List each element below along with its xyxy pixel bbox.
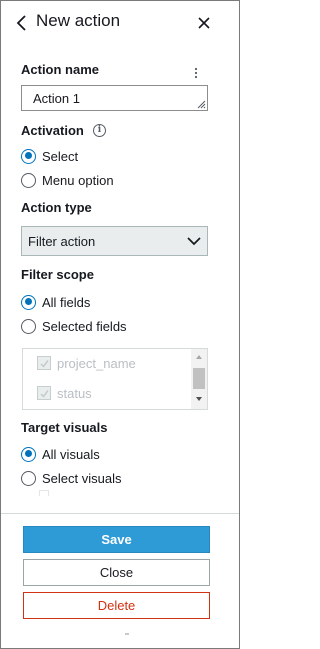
- action-name-label: Action name: [21, 62, 100, 77]
- action-type-dropdown[interactable]: Filter action: [21, 226, 208, 256]
- checkbox-disabled: [37, 386, 51, 400]
- scroll-thumb[interactable]: [193, 368, 205, 389]
- info-icon[interactable]: i: [93, 124, 106, 137]
- clipped-checkbox: [39, 490, 49, 496]
- filter-scope-option-all-fields[interactable]: All fields: [21, 293, 90, 311]
- checkmark-icon: [40, 360, 49, 368]
- field-list: project_name status: [22, 348, 208, 410]
- action-type-label: Action type: [21, 200, 92, 215]
- field-item-status: status: [37, 384, 92, 402]
- radio-button-checked[interactable]: [21, 446, 36, 462]
- panel-title: New action: [36, 11, 121, 30]
- radio-button-checked[interactable]: [21, 294, 36, 310]
- activation-label: Activation: [21, 123, 84, 138]
- action-type-value: Filter action: [28, 234, 96, 249]
- radio-label: Select visuals: [42, 470, 122, 486]
- checkbox-disabled: [37, 356, 51, 370]
- checkmark-icon: [40, 390, 49, 398]
- field-label: project_name: [57, 355, 136, 371]
- action-name-input[interactable]: [21, 85, 208, 111]
- chevron-down-icon: [187, 237, 201, 246]
- close-button[interactable]: Close: [23, 559, 210, 586]
- footer-divider: [1, 513, 239, 514]
- vertical-ellipsis-icon[interactable]: [192, 66, 200, 80]
- radio-label: Select: [42, 148, 79, 164]
- radio-label: All visuals: [42, 446, 100, 462]
- field-label: status: [57, 385, 92, 401]
- radio-button[interactable]: [21, 470, 36, 486]
- delete-button[interactable]: Delete: [23, 592, 210, 619]
- radio-button-checked[interactable]: [21, 148, 36, 164]
- target-visuals-option-select[interactable]: Select visuals: [21, 469, 121, 487]
- close-icon[interactable]: [197, 16, 211, 30]
- scroll-up-arrow-icon[interactable]: [196, 355, 202, 359]
- resize-handle-icon[interactable]: [197, 100, 206, 109]
- chevron-left-icon[interactable]: [14, 13, 30, 33]
- filter-scope-option-selected-fields[interactable]: Selected fields: [21, 317, 127, 335]
- scroll-down-arrow-icon[interactable]: [196, 397, 202, 401]
- resize-grip: [125, 633, 129, 635]
- radio-label: Menu option: [42, 172, 114, 188]
- scrollbar[interactable]: [191, 349, 207, 409]
- panel-bottom: [1, 634, 239, 648]
- radio-label: Selected fields: [42, 318, 127, 334]
- activation-option-menu[interactable]: Menu option: [21, 171, 114, 189]
- panel-header: New action: [1, 1, 239, 45]
- target-visuals-option-all[interactable]: All visuals: [21, 445, 100, 463]
- target-visuals-label: Target visuals: [21, 420, 108, 435]
- activation-option-select[interactable]: Select: [21, 147, 78, 165]
- radio-button[interactable]: [21, 172, 36, 188]
- radio-button[interactable]: [21, 318, 36, 334]
- radio-label: All fields: [42, 294, 91, 310]
- field-item-project-name: project_name: [37, 354, 136, 372]
- save-button[interactable]: Save: [23, 526, 210, 553]
- filter-scope-label: Filter scope: [21, 267, 94, 282]
- new-action-panel: New action Action name Activation i Sele…: [0, 0, 240, 649]
